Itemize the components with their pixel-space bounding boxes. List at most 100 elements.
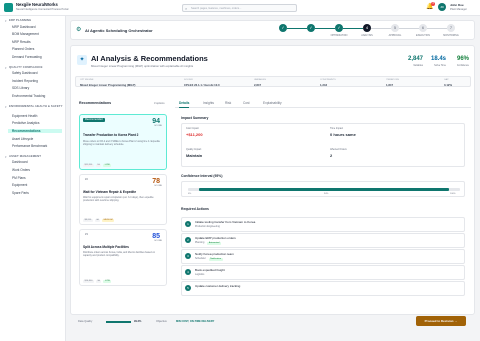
- action-owner: Scheduler: [195, 257, 206, 260]
- action-owner: Logistics: [195, 273, 205, 276]
- tab-risk[interactable]: Risk: [225, 101, 231, 105]
- time-pill: 3d: [95, 280, 102, 283]
- action-number: 5: [185, 285, 191, 291]
- action-item[interactable]: 3 Notify Korea production team Scheduler No…: [181, 249, 465, 264]
- score-value: 78: [152, 178, 160, 185]
- sidebar-item-recommendations[interactable]: Recommendations: [8, 129, 62, 133]
- risk-badge: LOW: [103, 280, 112, 283]
- sidebar-item-spare-parts[interactable]: Spare Parts: [12, 191, 29, 195]
- confidence-interval-title: Confidence Interval (95%): [181, 174, 223, 178]
- tab-cost[interactable]: Cost: [243, 101, 250, 105]
- search-icon: ⌕: [185, 6, 188, 11]
- sidebar-item-incident-reporting[interactable]: Incident Reporting: [12, 79, 38, 83]
- tab-insights[interactable]: Insights: [203, 101, 214, 105]
- quality-impact-label: Quality Impact: [186, 148, 202, 151]
- data-quality-label: Data Quality: [78, 320, 93, 323]
- chevron-down-icon[interactable]: ▾: [5, 66, 7, 70]
- recommendation-card[interactable]: Recommended 94 SCORE Transfer Production to…: [79, 114, 167, 170]
- info-value: Mixed Integer Linear Programming (MILP): [80, 83, 136, 87]
- card-description: Distribute orders across Korea, India, a…: [83, 251, 156, 257]
- action-item[interactable]: 5 Update customer delivery tracking: [181, 281, 465, 296]
- sidebar-item-mrp-results[interactable]: MRP Results: [12, 40, 31, 44]
- action-item[interactable]: 2 Update ERP production orders Planning Aut…: [181, 233, 465, 248]
- info-label: ITERATIONS: [386, 79, 399, 81]
- recommendation-card[interactable]: #3 85 SCORE Split Across Multiple Facilitie…: [79, 229, 167, 286]
- chevron-down-icon[interactable]: ▾: [5, 155, 7, 159]
- step-5[interactable]: 5: [391, 24, 399, 32]
- recommendations-count: 3 options: [154, 102, 165, 105]
- sidebar-item-performance-benchmark[interactable]: Performance Benchmark: [12, 144, 47, 148]
- sidebar-item-sds-library[interactable]: SDS Library: [12, 86, 29, 90]
- info-label: OPT ENGINE: [80, 79, 94, 81]
- card-title: Split Across Multiple Facilities: [83, 245, 129, 249]
- sidebar-item-bom-management[interactable]: BOM Management: [12, 32, 39, 36]
- sidebar-section[interactable]: QUALITY COMPLIANCE: [9, 65, 63, 69]
- rank-tag: #2: [85, 178, 88, 181]
- sidebar-item-planned-orders[interactable]: Planned Orders: [12, 47, 34, 51]
- user-name: John Doe: [450, 3, 464, 7]
- action-text: Book expedited freight: [195, 268, 225, 272]
- brand-tagline: Neural Intelligence Connected Process Po…: [16, 8, 69, 11]
- action-tag: Automated: [207, 242, 221, 245]
- time-pill: 4d: [94, 219, 101, 222]
- step-3[interactable]: ✓: [335, 24, 343, 32]
- sidebar-section[interactable]: ERP PLANNING: [9, 18, 63, 22]
- step-label: ANALYSIS: [361, 34, 373, 37]
- sidebar-item-work-orders[interactable]: Work Orders: [12, 168, 30, 172]
- info-value: 1,243: [320, 83, 327, 87]
- step-6[interactable]: 6: [419, 24, 427, 32]
- sidebar-item-demand-forecasting[interactable]: Demand Forecasting: [12, 55, 42, 59]
- confidence-track: [188, 188, 460, 191]
- sidebar-item-dashboard[interactable]: Dashboard: [12, 160, 28, 164]
- avatar[interactable]: JD: [438, 3, 446, 11]
- affected-orders-value: 2: [330, 153, 333, 158]
- action-item[interactable]: 1 Initiate tooling transfer from Vietnam …: [181, 217, 465, 232]
- score-value: 85: [152, 233, 160, 240]
- action-item[interactable]: 4 Book expedited freight Logistics: [181, 265, 465, 280]
- step-connector: [427, 28, 447, 29]
- step-label: MONITORING: [443, 34, 459, 37]
- step-1[interactable]: ✓: [279, 24, 287, 32]
- time-pill: 2d: [95, 164, 102, 167]
- sidebar-item-asset-lifecycle[interactable]: Asset Lifecycle: [12, 137, 33, 141]
- user-role: Plant Manager: [450, 8, 467, 11]
- detail-tabs: Details Insights Risk Cost Explainability: [175, 99, 471, 108]
- sidebar-item-pm-plans[interactable]: PM Plans: [12, 176, 26, 180]
- workflow-stepper: ⚙ AI Agentic Scheduling Orchestrator ✓ ✓ ✓…: [70, 20, 475, 40]
- sidebar-item-mrp-dashboard[interactable]: MRP Dashboard: [12, 25, 36, 29]
- step-7[interactable]: 7: [447, 24, 455, 32]
- footer-bar: Data Quality 99.2% Objective MIN COST, O…: [70, 315, 475, 328]
- search-input[interactable]: ⌕ Search pages, features, machines, orde…: [182, 4, 297, 12]
- chevron-down-icon[interactable]: ▾: [5, 19, 7, 23]
- data-quality-fill: [106, 321, 131, 323]
- sidebar-section[interactable]: ENVIRONMENTAL HEALTH & SAFETY: [9, 104, 63, 108]
- objective-label: Objective: [156, 320, 167, 323]
- sidebar-item-safety-dashboard[interactable]: Safety Dashboard: [12, 71, 38, 75]
- tab-explainability[interactable]: Explainability: [263, 101, 282, 105]
- tab-details[interactable]: Details: [179, 101, 190, 108]
- sidebar-item-predictive-analytics[interactable]: Predictive Analytics: [12, 121, 39, 125]
- action-number: 3: [185, 253, 191, 259]
- action-owner: Production Engineering: [195, 225, 220, 228]
- proceed-to-decision-button[interactable]: Proceed to Decision →: [416, 316, 466, 326]
- action-text: Update customer delivery tracking: [195, 284, 241, 288]
- action-owner: Planning: [195, 241, 205, 244]
- info-label: CONSTRAINTS: [320, 79, 336, 81]
- quality-impact-value: Maintain: [186, 153, 203, 158]
- step-2[interactable]: ✓: [307, 24, 315, 32]
- sidebar-section[interactable]: ASSET MANAGEMENT: [9, 154, 63, 158]
- top-bar: Nexgile NeuralWorks Neural Intelligence …: [0, 0, 480, 16]
- sidebar-item-equipment-health[interactable]: Equipment Health: [12, 114, 37, 118]
- chevron-down-icon[interactable]: ▾: [5, 105, 7, 109]
- sidebar-item-equipment[interactable]: Equipment: [12, 183, 27, 187]
- required-actions-title: Required Actions: [181, 207, 209, 211]
- card-meta: $11,200 2d LOW: [83, 163, 112, 167]
- sidebar-item-environmental-tracking[interactable]: Environmental Tracking: [12, 94, 45, 98]
- cost-pill: $14,800: [83, 280, 94, 283]
- time-impact-value: 0 hours same: [330, 132, 356, 137]
- info-label: GAP: [444, 79, 449, 81]
- ci-tick-mid: 94%: [324, 193, 329, 195]
- step-4[interactable]: 4: [363, 24, 371, 32]
- recommendation-card[interactable]: #2 78 SCORE Wait for Vietnam Repair & Exped…: [79, 174, 167, 225]
- step-label: EXECUTION: [416, 34, 430, 37]
